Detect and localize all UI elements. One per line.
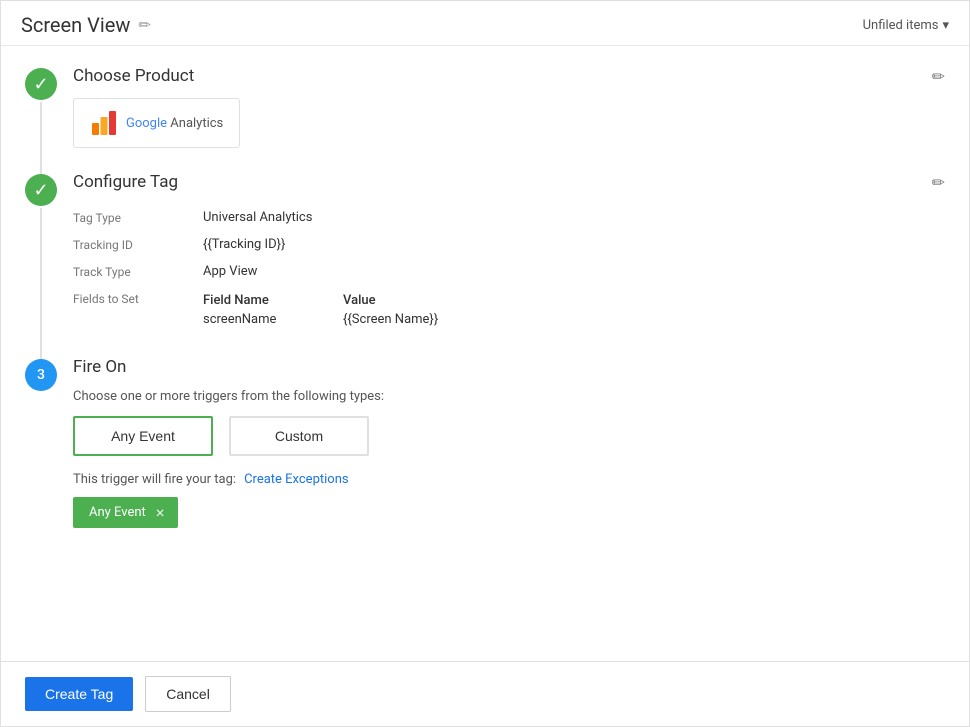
unfiled-items-button[interactable]: Unfiled items ▾ — [863, 18, 949, 33]
choose-product-edit-icon[interactable]: ✏ — [932, 67, 945, 86]
choose-product-title: Choose Product — [73, 66, 194, 86]
unfiled-items-label: Unfiled items — [863, 18, 939, 33]
config-row-track-type: Track Type App View — [73, 258, 945, 285]
ga-logo-icon — [90, 109, 118, 137]
fire-on-title: Fire On — [73, 357, 126, 377]
config-row-tracking-id: Tracking ID {{Tracking ID}} — [73, 231, 945, 258]
section-configure-tag: ✓ Configure Tag ✏ Tag Type Universal Ana… — [25, 172, 945, 333]
analytics-text: Analytics — [170, 116, 223, 131]
value-header: Value — [343, 293, 443, 308]
create-tag-button[interactable]: Create Tag — [25, 677, 133, 711]
screen-view-title: Screen View ✏ — [21, 13, 151, 37]
field-screen-name: screenName — [203, 312, 303, 327]
fire-trigger-label: This trigger will fire your tag: — [73, 472, 236, 487]
fields-header-row: Field Name Value — [203, 293, 443, 308]
any-event-trigger-btn[interactable]: Any Event — [73, 416, 213, 456]
selected-trigger-chip: Any Event × — [73, 497, 178, 528]
choose-product-header: Choose Product ✏ — [73, 66, 945, 86]
fire-on-header: Fire On — [73, 357, 945, 377]
title-edit-icon[interactable]: ✏ — [138, 16, 151, 34]
fields-data-row: screenName {{Screen Name}} — [203, 312, 443, 327]
tracking-id-label: Tracking ID — [73, 237, 203, 252]
config-row-tag-type: Tag Type Universal Analytics — [73, 204, 945, 231]
configure-tag-edit-icon[interactable]: ✏ — [932, 173, 945, 192]
chip-close-icon[interactable]: × — [156, 503, 165, 522]
step-3-indicator: 3 — [25, 359, 57, 391]
create-exceptions-link[interactable]: Create Exceptions — [244, 472, 349, 487]
section-fire-on: 3 Fire On Choose one or more triggers fr… — [25, 357, 945, 528]
step-3-number: 3 — [37, 367, 45, 383]
page-title: Screen View — [21, 13, 130, 37]
fields-to-set-label: Fields to Set — [73, 291, 203, 306]
field-screen-name-value: {{Screen Name}} — [343, 312, 443, 327]
trigger-options: Any Event Custom — [73, 416, 945, 456]
fire-on-content: Fire On Choose one or more triggers from… — [73, 357, 945, 528]
config-table: Tag Type Universal Analytics Tracking ID… — [73, 204, 945, 333]
step-1-checkmark-icon: ✓ — [33, 74, 48, 95]
page-container: Screen View ✏ Unfiled items ▾ ✓ Choose P… — [0, 0, 970, 727]
chip-label: Any Event — [89, 505, 146, 520]
choose-product-content: Choose Product ✏ Google Analyt — [73, 66, 945, 148]
step-2-checkmark-icon: ✓ — [33, 180, 48, 201]
custom-trigger-btn[interactable]: Custom — [229, 416, 369, 456]
step-1-indicator: ✓ — [25, 68, 57, 100]
google-analytics-badge: Google Analytics — [73, 98, 240, 148]
bottom-bar: Create Tag Cancel — [1, 661, 969, 726]
track-type-label: Track Type — [73, 264, 203, 279]
tag-type-label: Tag Type — [73, 210, 203, 225]
track-type-value: App View — [203, 264, 257, 279]
step-2-indicator: ✓ — [25, 174, 57, 206]
connector-line-2 — [40, 208, 42, 361]
configure-tag-header: Configure Tag ✏ — [73, 172, 945, 192]
field-name-header: Field Name — [203, 293, 303, 308]
unfiled-items-chevron-icon: ▾ — [942, 18, 949, 33]
configure-tag-content: Configure Tag ✏ Tag Type Universal Analy… — [73, 172, 945, 333]
tag-type-value: Universal Analytics — [203, 210, 312, 225]
ga-product-name: Google Analytics — [126, 116, 223, 131]
cancel-button[interactable]: Cancel — [145, 676, 231, 712]
config-row-fields: Fields to Set Field Name Value screenNam… — [73, 285, 945, 333]
content-area: ✓ Choose Product ✏ — [1, 46, 969, 661]
connector-line-1 — [40, 102, 42, 176]
section-choose-product: ✓ Choose Product ✏ — [25, 66, 945, 148]
google-text: Google — [126, 116, 167, 131]
fire-label-row: This trigger will fire your tag: Create … — [73, 472, 945, 487]
fire-on-description: Choose one or more triggers from the fol… — [73, 389, 945, 404]
fields-table: Field Name Value screenName {{Screen Nam… — [203, 293, 443, 327]
configure-tag-title: Configure Tag — [73, 172, 178, 192]
top-bar: Screen View ✏ Unfiled items ▾ — [1, 1, 969, 46]
tracking-id-value: {{Tracking ID}} — [203, 237, 285, 252]
